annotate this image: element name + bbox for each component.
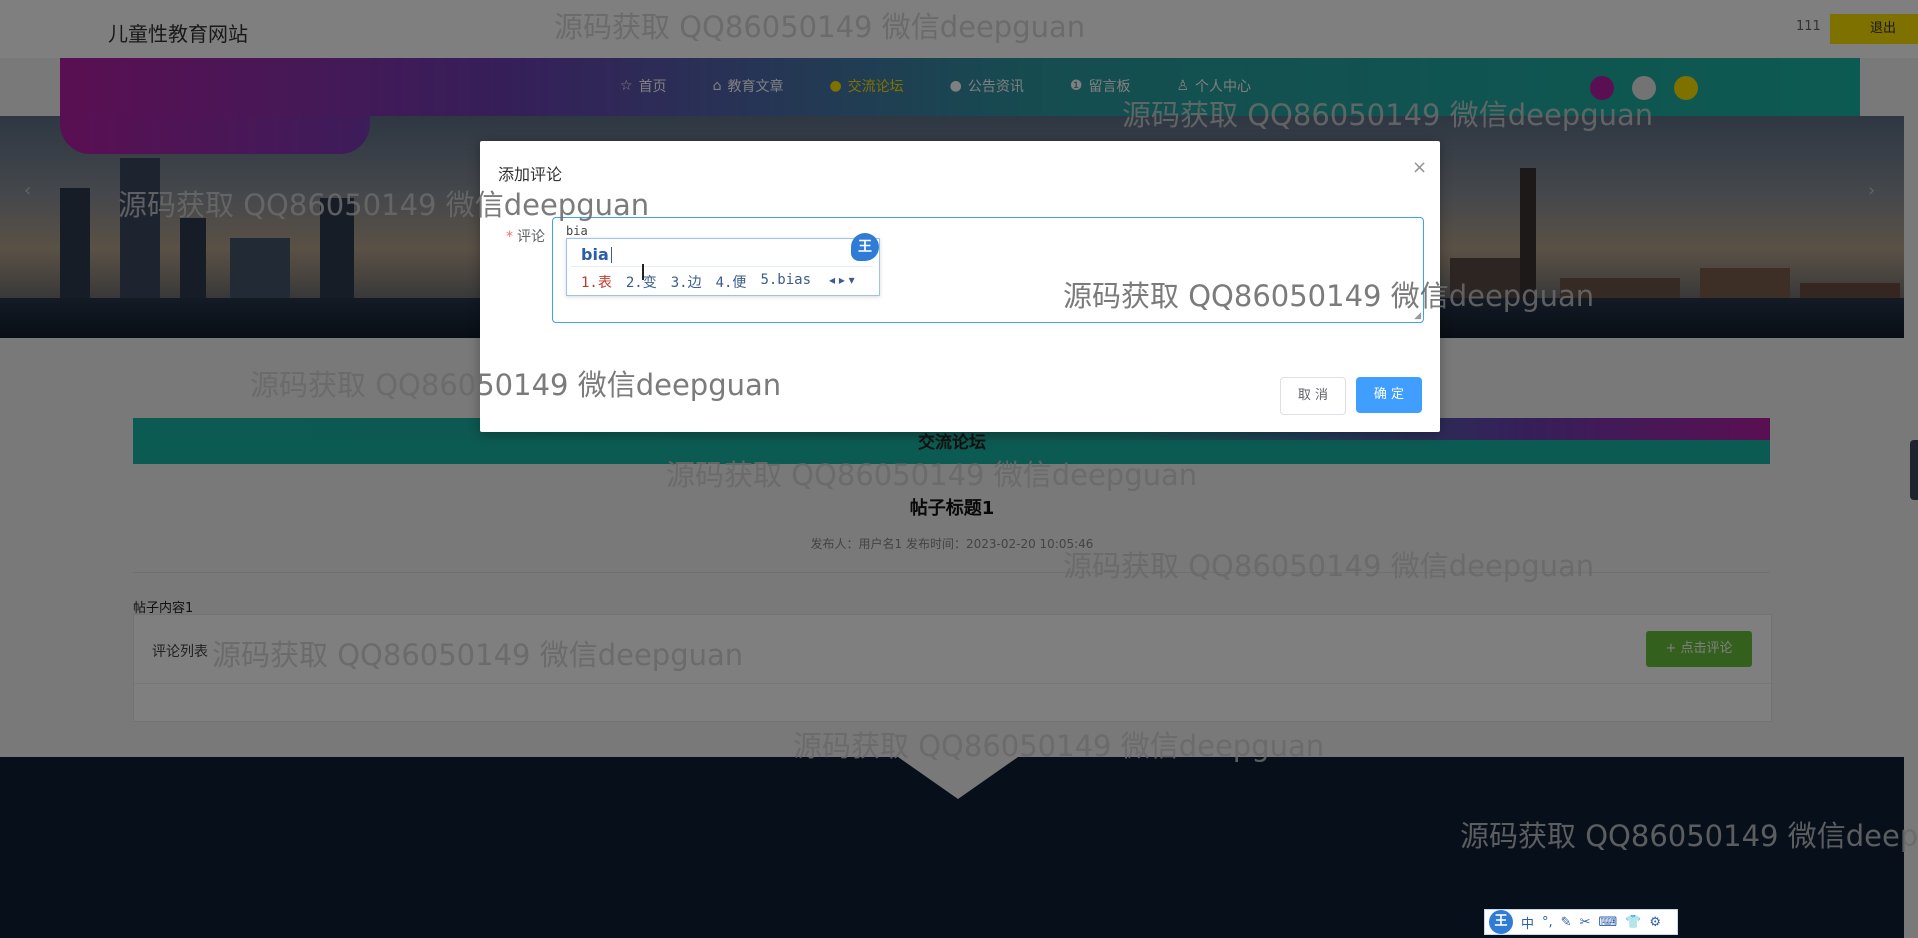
comment-field-label: * 评论 — [506, 226, 545, 246]
watermark: 源码获取 QQ86050149 微信deepguan — [212, 638, 744, 672]
watermark: 源码获取 QQ86050149 微信deepguan — [1063, 279, 1595, 313]
skin-icon[interactable]: 👕 — [1625, 915, 1641, 930]
ime-candidate[interactable]: 4.便 — [716, 272, 747, 292]
ime-candidate[interactable]: 1.表 — [581, 272, 612, 292]
keyboard-icon[interactable]: ⌨ — [1598, 915, 1617, 930]
pen-icon[interactable]: ✎ — [1561, 915, 1572, 930]
comment-textarea-value: bia — [566, 224, 588, 238]
watermark: 源码获取 QQ86050149 微信deepguan — [250, 368, 782, 402]
watermark: 源码获取 QQ86050149 微信deepguan — [118, 188, 650, 222]
mouse-ibeam-cursor — [642, 264, 644, 280]
scissors-icon[interactable]: ✂ — [1580, 915, 1591, 930]
comment-field-label-text: 评论 — [517, 229, 545, 245]
watermark: 源码获取 QQ86050149 微信deepguan — [554, 10, 1086, 44]
ime-mode-toggle[interactable]: 中 — [1521, 913, 1534, 932]
ime-logo-icon[interactable]: 王 — [1489, 910, 1513, 934]
watermark: 源码获取 QQ86050149 微信deepguan — [666, 458, 1198, 492]
cancel-button[interactable]: 取 消 — [1280, 377, 1346, 415]
required-mark: * — [506, 229, 513, 245]
ime-candidate-window: bia 王 1.表 2.变 3.边 4.便 5.bias ◂ ▸ ▾ — [566, 233, 880, 296]
watermark: 源码获取 QQ86050149 微信deep — [1460, 819, 1918, 853]
ime-candidate[interactable]: 5.bias — [760, 272, 811, 292]
close-icon[interactable]: × — [1412, 157, 1427, 178]
ime-composition: bia — [581, 245, 609, 264]
confirm-button[interactable]: 确 定 — [1356, 377, 1422, 413]
ime-toolbar: 王 中 °, ✎ ✂ ⌨ 👕 ⚙ — [1484, 909, 1678, 935]
punctuation-icon[interactable]: °, — [1542, 915, 1553, 930]
ime-logo-icon: 王 — [851, 233, 879, 261]
ime-candidates: 1.表 2.变 3.边 4.便 5.bias — [581, 272, 811, 292]
watermark: 源码获取 QQ86050149 微信deepguan — [1063, 549, 1595, 583]
ime-candidate[interactable]: 3.边 — [671, 272, 702, 292]
watermark: 源码获取 QQ86050149 微信deepguan — [1122, 98, 1654, 132]
watermark: 源码获取 QQ86050149 微信deepguan — [793, 729, 1325, 763]
ime-separator — [571, 266, 873, 267]
settings-icon[interactable]: ⚙ — [1649, 915, 1661, 930]
ime-page-arrows[interactable]: ◂ ▸ ▾ — [829, 273, 855, 287]
ime-caret — [611, 247, 612, 263]
